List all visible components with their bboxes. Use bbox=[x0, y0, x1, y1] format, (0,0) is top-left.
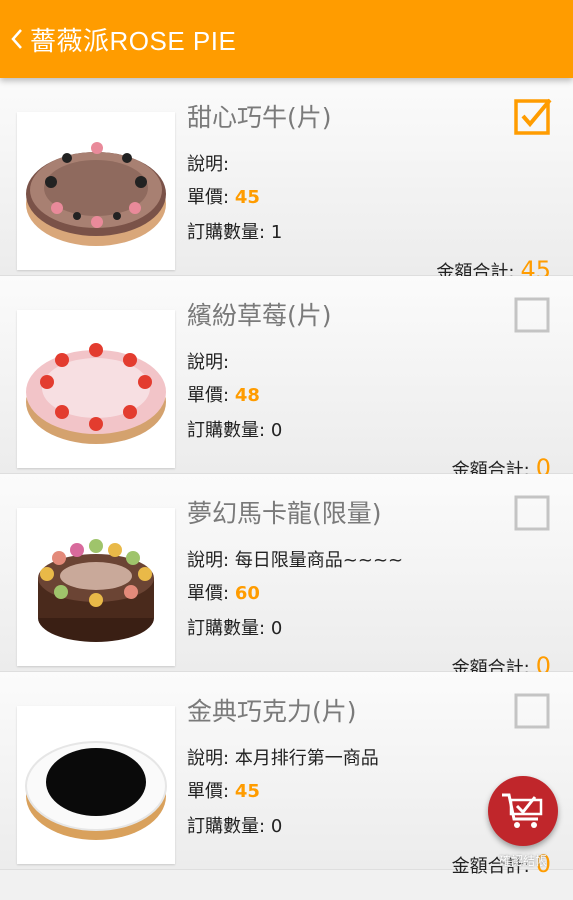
product-description: 說明: 本月排行第一商品 bbox=[187, 748, 379, 769]
product-quantity[interactable]: 訂購數量: 1 bbox=[187, 218, 282, 244]
product-item[interactable]: 夢幻馬卡龍(限量) 說明: 每日限量商品~~~~ 單價: 60 訂購數量: 0 … bbox=[0, 474, 573, 680]
chevron-left-icon[interactable] bbox=[6, 19, 28, 59]
product-name: 甜心巧牛(片) bbox=[187, 103, 332, 132]
app-bar: 薔薇派ROSE PIE bbox=[0, 0, 573, 78]
checkout-label: 確認結帳 bbox=[498, 854, 547, 868]
product-item[interactable]: 繽紛草莓(片) 說明: 單價: 48 訂購數量: 0 金額合計: 0 bbox=[0, 276, 573, 482]
product-quantity[interactable]: 訂購數量: 0 bbox=[187, 614, 282, 640]
product-list: 甜心巧牛(片) 說明: 單價: 45 訂購數量: 1 金額合計: 45 繽紛草莓… bbox=[0, 78, 573, 900]
product-name: 金典巧克力(片) bbox=[187, 697, 357, 726]
product-description: 說明: bbox=[187, 352, 230, 373]
checkbox-unchecked-icon[interactable] bbox=[513, 294, 553, 334]
product-description: 說明: bbox=[187, 154, 230, 175]
product-price: 單價: 45 bbox=[187, 187, 260, 208]
product-name: 繽紛草莓(片) bbox=[187, 301, 332, 330]
product-price: 單價: 48 bbox=[187, 385, 260, 406]
product-quantity[interactable]: 訂購數量: 0 bbox=[187, 416, 282, 442]
product-quantity[interactable]: 訂購數量: 0 bbox=[187, 812, 282, 838]
product-description: 說明: 每日限量商品~~~~ bbox=[187, 550, 404, 571]
page-title: 薔薇派ROSE PIE bbox=[30, 25, 237, 56]
product-name: 夢幻馬卡龍(限量) bbox=[187, 499, 382, 528]
product-image bbox=[17, 112, 175, 270]
product-price: 單價: 60 bbox=[187, 583, 260, 604]
product-price: 單價: 45 bbox=[187, 781, 260, 802]
product-item[interactable]: 甜心巧牛(片) 說明: 單價: 45 訂購數量: 1 金額合計: 45 bbox=[0, 78, 573, 284]
checkbox-unchecked-icon[interactable] bbox=[513, 690, 553, 730]
checkout-button[interactable] bbox=[488, 776, 558, 846]
product-image bbox=[17, 310, 175, 468]
checkbox-unchecked-icon[interactable] bbox=[513, 492, 553, 532]
product-item[interactable]: 金典巧克力(片) 說明: 本月排行第一商品 單價: 45 訂購數量: 0 金額合… bbox=[0, 672, 573, 878]
product-image bbox=[17, 508, 175, 666]
checkbox-checked-icon[interactable] bbox=[513, 96, 553, 136]
shopping-cart-check-icon bbox=[502, 793, 543, 828]
product-image bbox=[17, 706, 175, 864]
